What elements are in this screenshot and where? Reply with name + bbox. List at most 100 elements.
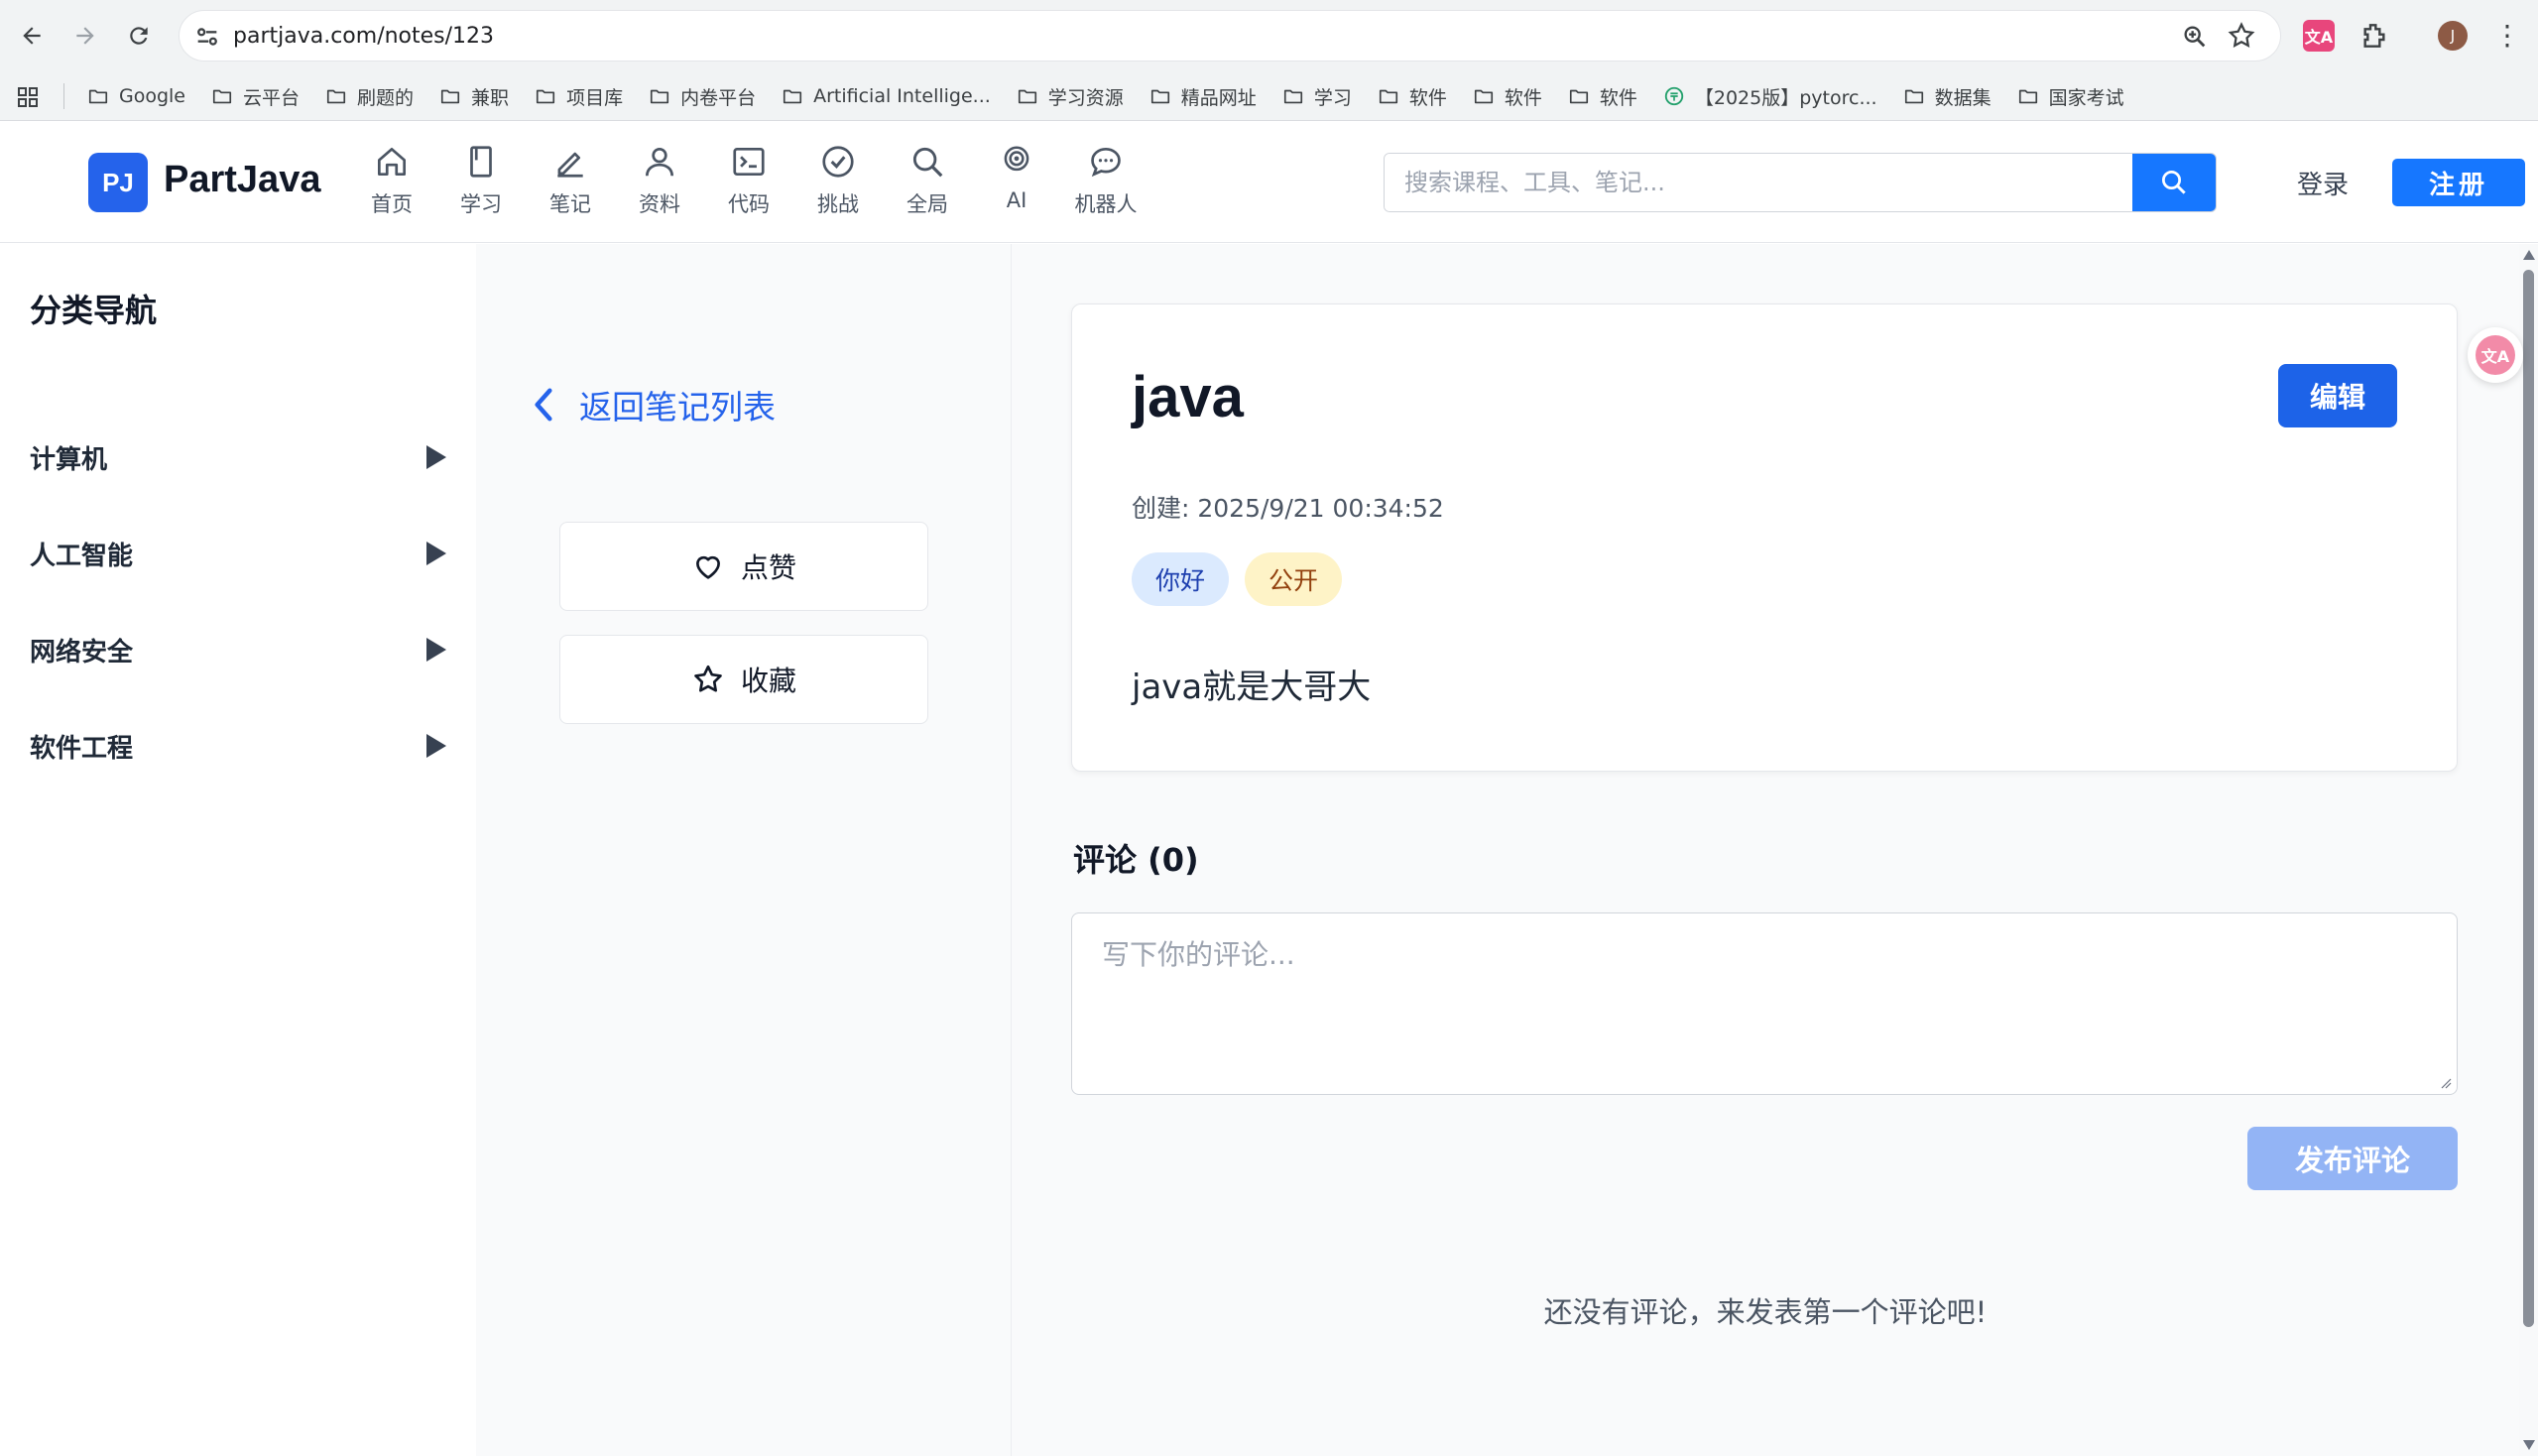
bookmark-label: 学习资源 (1047, 86, 1124, 109)
reload-icon[interactable] (121, 18, 157, 54)
bookmark-item[interactable]: 软件 (1568, 83, 1637, 110)
bookmark-label: 软件 (1599, 86, 1637, 109)
note-title: java (1132, 365, 1244, 429)
visibility-badge[interactable]: 公开 (1245, 552, 1343, 606)
nav-item-6[interactable]: 全局 (883, 143, 972, 232)
nav-item-7[interactable]: AI (972, 143, 1061, 232)
profile-avatar[interactable]: J (2438, 21, 2468, 51)
bookmark-item[interactable]: 刷题的 (325, 83, 414, 110)
zoom-icon[interactable] (2181, 23, 2209, 51)
nav-item-0[interactable]: 首页 (347, 143, 436, 232)
bookmark-item[interactable]: 数据集 (1903, 83, 1992, 110)
site-search (1384, 153, 2217, 212)
folder-icon (1569, 89, 1588, 104)
category-label: 网络安全 (30, 637, 134, 667)
bookmark-item[interactable]: Google (87, 85, 185, 107)
address-bar[interactable]: partjava.com/notes/123 (179, 10, 2281, 61)
bookmark-item[interactable]: 兼职 (439, 83, 509, 110)
nav-item-4[interactable]: 代码 (704, 143, 793, 232)
nav-item-2[interactable]: 笔记 (526, 143, 615, 232)
scroll-up-arrow-icon[interactable] (2523, 250, 2535, 260)
note-created-date: 创建: 2025/9/21 00:34:52 (1132, 494, 1444, 523)
logo-text[interactable]: PartJava (164, 159, 320, 201)
login-link[interactable]: 登录 (2297, 165, 2349, 201)
search-button[interactable] (2132, 154, 2216, 211)
bookmark-item[interactable]: 软件 (1473, 83, 1542, 110)
tag-badge[interactable]: 你好 (1132, 552, 1230, 606)
bookmark-label: 软件 (1504, 86, 1542, 109)
nav-item-3[interactable]: 资料 (615, 143, 704, 232)
folder-icon (1283, 89, 1302, 104)
nav-item-8[interactable]: 机器人 (1061, 143, 1150, 232)
scroll-thumb[interactable] (2523, 270, 2534, 1327)
register-button[interactable]: 注册 (2392, 159, 2525, 206)
category-label: 人工智能 (30, 541, 134, 571)
folder-icon (1018, 89, 1036, 104)
bookmark-label: Artificial Intellige... (813, 85, 991, 107)
bookmark-item[interactable]: 云平台 (211, 83, 300, 110)
bookmark-label: 精品网址 (1180, 86, 1257, 109)
logo-mark[interactable]: PJ (88, 153, 148, 212)
bookmark-list: Google 云平台 刷题的 兼职 项目库 内卷平台 Artificial Intellig… (87, 71, 2124, 121)
search-input[interactable] (1385, 154, 2134, 211)
nav-item-label: 代码 (728, 192, 770, 216)
folder-icon (212, 89, 232, 104)
bookmark-item[interactable]: 精品网址 (1149, 83, 1257, 110)
site-favicon-icon (1664, 86, 1684, 106)
like-label: 点赞 (740, 551, 796, 584)
note-body: java就是大哥大 (1132, 667, 1372, 707)
browser-menu-icon[interactable]: ⋮ (2493, 18, 2521, 54)
note-card: java 编辑 创建: 2025/9/21 00:34:52 你好 公开 jav… (1071, 303, 2458, 772)
expand-triangle-icon (426, 638, 446, 662)
translate-extension-icon[interactable]: 文A (2303, 20, 2335, 52)
book-icon (470, 146, 492, 178)
floating-translate-widget[interactable]: 文A (2468, 327, 2523, 383)
terminal-icon (733, 147, 765, 177)
bookmark-item[interactable]: Artificial Intellige... (782, 85, 991, 107)
category-item-security[interactable]: 网络安全 (30, 625, 446, 674)
bookmarks-bar: Google 云平台 刷题的 兼职 项目库 内卷平台 Artificial Intellig… (0, 71, 2538, 121)
category-sidebar: 分类导航 计算机 人工智能 网络安全 软件工程 (0, 244, 476, 1456)
like-button[interactable]: 点赞 (559, 522, 928, 611)
back-to-notes-link[interactable]: 返回笔记列表 (530, 381, 776, 428)
nav-item-label: 资料 (639, 192, 680, 216)
folder-icon (1904, 89, 1923, 104)
star-icon (694, 665, 722, 692)
comments-title: 评论 (0) (1073, 841, 1199, 879)
extensions-puzzle-icon[interactable] (2358, 20, 2390, 52)
submit-comment-button[interactable]: 发布评论 (2247, 1127, 2458, 1190)
category-label: 软件工程 (30, 733, 134, 764)
no-comments-message: 还没有评论，来发表第一个评论吧! (1543, 1295, 1988, 1329)
favorite-button[interactable]: 收藏 (559, 635, 928, 724)
bookmark-item[interactable]: 学习 (1282, 83, 1352, 110)
bookmark-star-icon[interactable] (2227, 21, 2256, 51)
bookmark-item[interactable]: 【2025版】pytorc... (1663, 83, 1877, 110)
scroll-down-arrow-icon[interactable] (2523, 1440, 2535, 1450)
page-scrollbar[interactable] (2519, 244, 2538, 1456)
nav-item-1[interactable]: 学习 (436, 143, 526, 232)
edit-button[interactable]: 编辑 (2278, 364, 2397, 427)
bookmark-item[interactable]: 内卷平台 (649, 83, 756, 110)
back-arrow-icon[interactable] (14, 18, 50, 54)
apps-grid-icon[interactable] (16, 85, 40, 109)
site-settings-icon[interactable] (193, 23, 221, 51)
bookmark-item[interactable]: 项目库 (535, 83, 623, 110)
site-header: PJ PartJava 首页 学习 笔记 资料 代码 挑战 全局 AI 机器人 登录 注册 (0, 121, 2538, 243)
bookmark-label: 国家考试 (2048, 86, 2124, 109)
bookmark-item[interactable]: 学习资源 (1017, 83, 1124, 110)
bookmark-item[interactable]: 软件 (1378, 83, 1447, 110)
category-item-computer[interactable]: 计算机 (30, 432, 446, 482)
user-icon (645, 147, 674, 177)
resize-handle-icon[interactable] (2440, 1077, 2452, 1089)
note-actions-column: 返回笔记列表 点赞 收藏 (476, 244, 1012, 1456)
category-item-software-engineering[interactable]: 软件工程 (30, 721, 446, 771)
nav-item-5[interactable]: 挑战 (793, 143, 883, 232)
bookmark-item[interactable]: 国家考试 (2017, 83, 2124, 110)
bookmark-label: 刷题的 (357, 86, 415, 109)
ai-icon (1004, 146, 1029, 172)
forward-arrow-icon[interactable] (67, 18, 103, 54)
check-circle-icon (822, 146, 854, 178)
comment-input[interactable] (1071, 912, 2458, 1095)
chat-icon (1091, 147, 1121, 178)
category-item-ai[interactable]: 人工智能 (30, 529, 446, 578)
